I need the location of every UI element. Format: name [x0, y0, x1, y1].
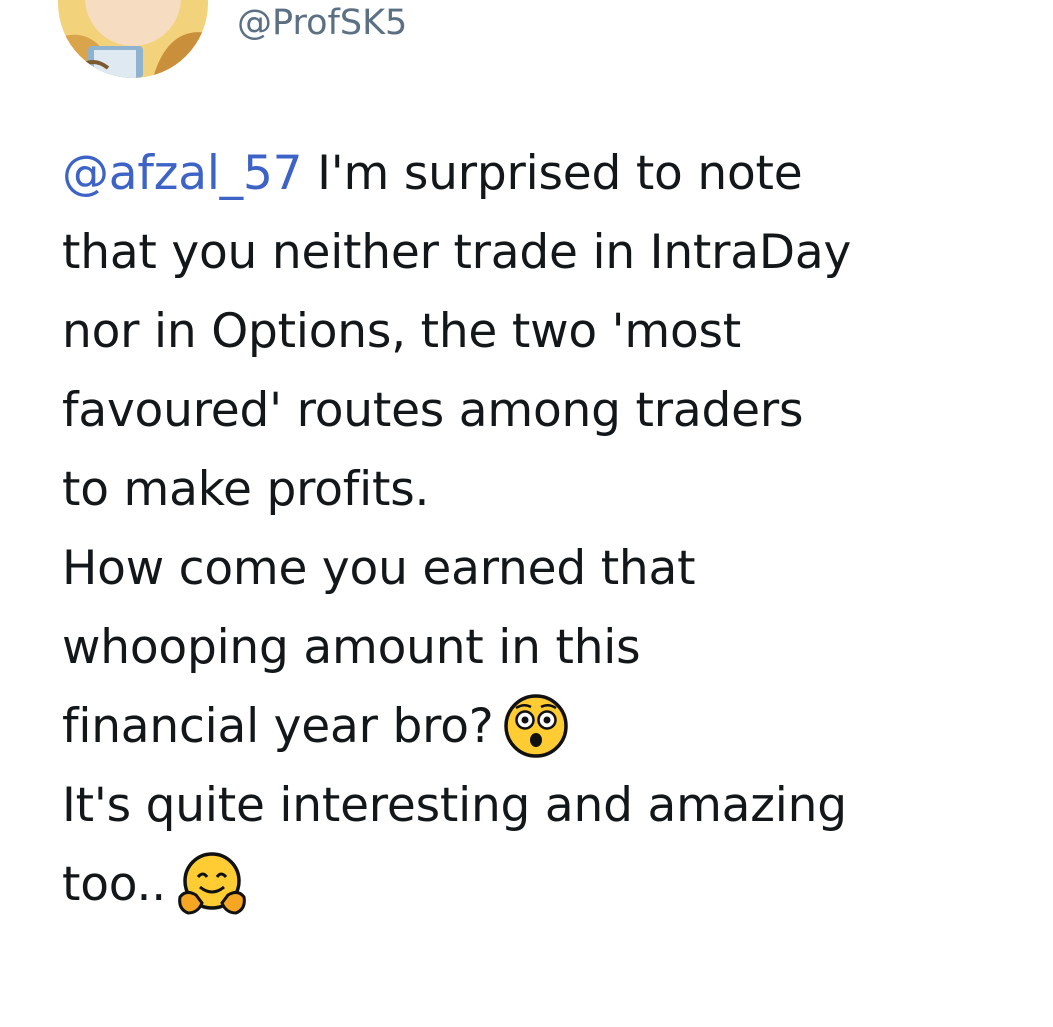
tweet-line-8: financial year bro?: [62, 687, 1012, 766]
tweet-text: @afzal_57 I'm surprised to note that you…: [62, 134, 1012, 924]
author-handle[interactable]: @ProfSK5: [237, 2, 407, 44]
tweet-text-segment: too..: [62, 857, 166, 912]
tweet-line-3: nor in Options, the two 'most: [62, 304, 742, 359]
tweet-line-1: @afzal_57 I'm surprised to note: [62, 134, 1012, 213]
mention-link[interactable]: @afzal_57: [62, 146, 303, 201]
tweet-line-10: too..: [62, 845, 1012, 924]
tweet-text-segment: financial year bro?: [62, 699, 494, 754]
tweet-line-5: to make profits.: [62, 462, 430, 517]
hugging-face-emoji-icon: [176, 851, 248, 917]
tweet-text-segment: I'm surprised to note: [302, 146, 803, 201]
tweet-line-2: that you neither trade in IntraDay: [62, 225, 852, 280]
tweet-line-7: whooping amount in this: [62, 620, 641, 675]
tweet-line-6: How come you earned that: [62, 541, 696, 596]
avatar[interactable]: [58, 0, 208, 78]
profile-avatar-icon: [58, 0, 208, 78]
tweet-line-4: favoured' routes among traders: [62, 383, 804, 438]
tweet-line-9: It's quite interesting and amazing: [62, 778, 847, 833]
flushed-face-emoji-icon: [503, 693, 568, 758]
